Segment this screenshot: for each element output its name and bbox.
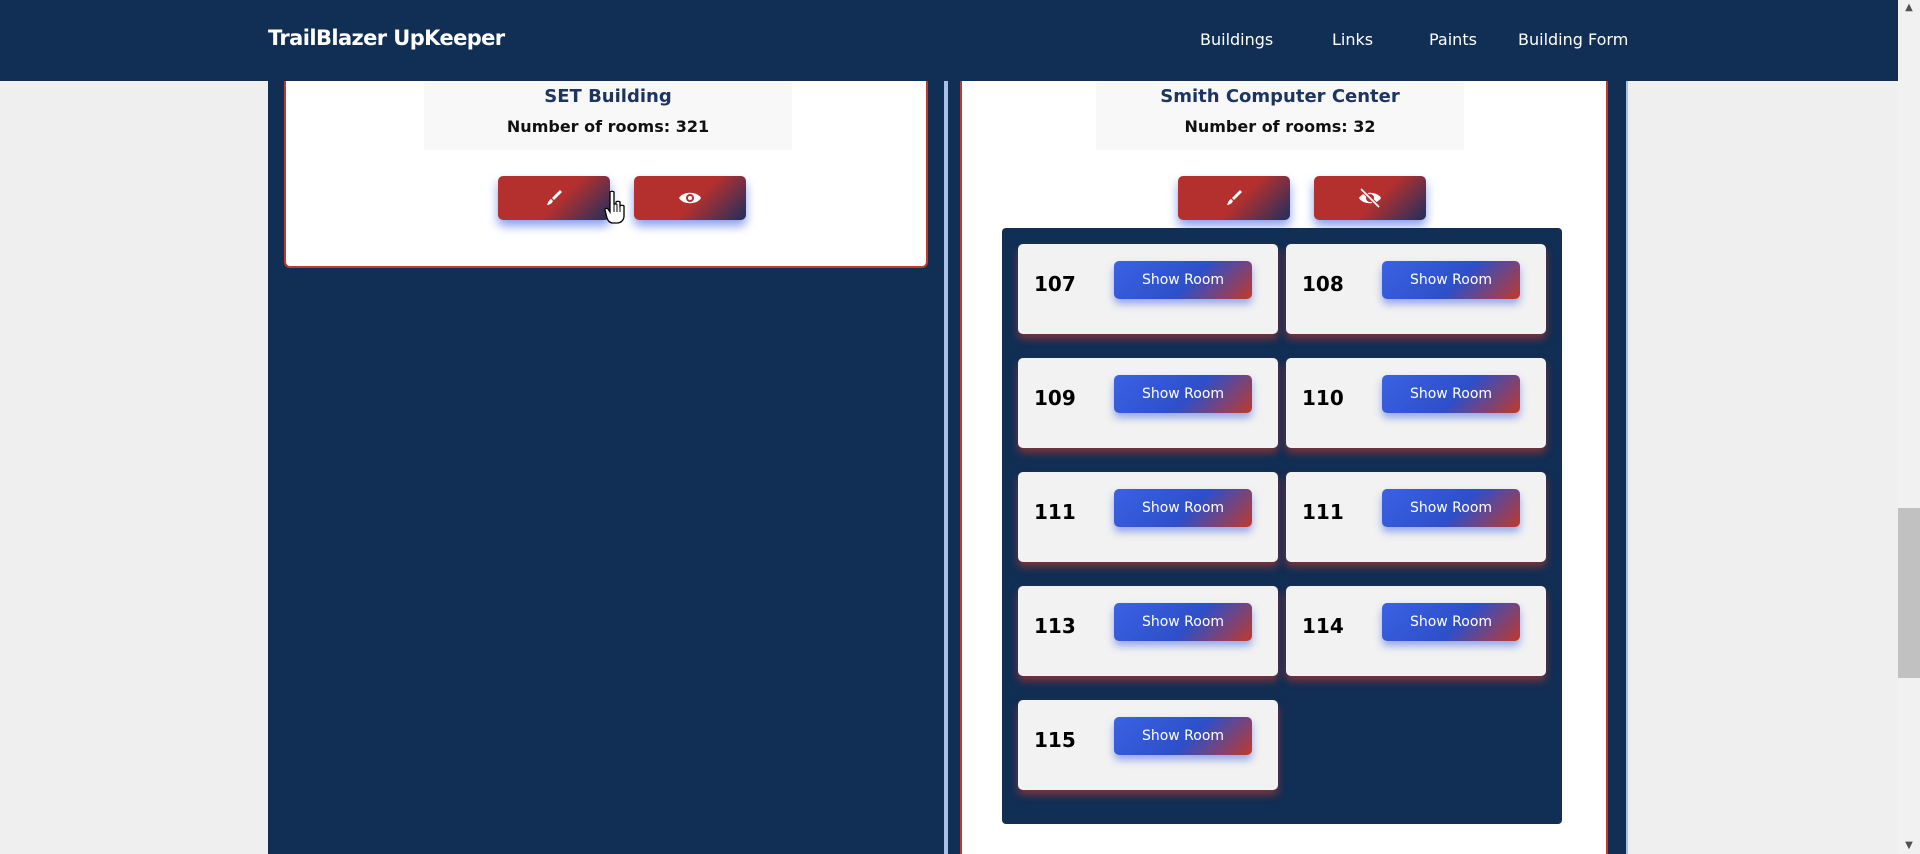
nav-link-paints[interactable]: Paints bbox=[1429, 30, 1477, 49]
toggle-rooms-button[interactable] bbox=[1314, 176, 1426, 220]
room-number: 114 bbox=[1302, 614, 1344, 638]
show-room-button[interactable]: Show Room bbox=[1114, 375, 1252, 413]
eye-icon bbox=[679, 192, 701, 204]
room-card: 111 Show Room bbox=[1286, 472, 1546, 562]
brand-title[interactable]: TrailBlazer UpKeeper bbox=[268, 26, 505, 50]
room-number: 111 bbox=[1034, 500, 1076, 524]
room-number: 115 bbox=[1034, 728, 1076, 752]
show-room-button[interactable]: Show Room bbox=[1114, 261, 1252, 299]
room-count: Number of rooms: 321 bbox=[506, 117, 710, 136]
room-number: 110 bbox=[1302, 386, 1344, 410]
nav-link-building-form[interactable]: Building Form bbox=[1518, 30, 1628, 49]
buildings-list: SET Building Number of rooms: 321 Smith … bbox=[268, 0, 1628, 854]
room-card: 107 Show Room bbox=[1018, 244, 1278, 334]
scroll-down-arrow-icon[interactable]: ▼ bbox=[1898, 838, 1920, 854]
edit-building-button[interactable] bbox=[1178, 176, 1290, 220]
building-info: SET Building Number of rooms: 321 bbox=[424, 78, 792, 150]
rooms-panel: 107 Show Room 108 Show Room 109 Show Roo… bbox=[1002, 228, 1562, 824]
nav-link-buildings[interactable]: Buildings bbox=[1200, 30, 1273, 49]
edit-building-button[interactable] bbox=[498, 176, 610, 220]
room-number: 109 bbox=[1034, 386, 1076, 410]
toggle-rooms-button[interactable] bbox=[634, 176, 746, 220]
room-card: 110 Show Room bbox=[1286, 358, 1546, 448]
room-count: Number of rooms: 32 bbox=[1184, 117, 1376, 136]
scroll-up-arrow-icon[interactable]: ▲ bbox=[1898, 0, 1920, 16]
hand-pointer-icon bbox=[604, 190, 625, 224]
building-column-left: SET Building Number of rooms: 321 bbox=[268, 0, 946, 854]
paintbrush-icon bbox=[547, 190, 562, 205]
building-column-right: Smith Computer Center Number of rooms: 3… bbox=[946, 0, 1628, 854]
show-room-button[interactable]: Show Room bbox=[1114, 603, 1252, 641]
room-card: 109 Show Room bbox=[1018, 358, 1278, 448]
show-room-button[interactable]: Show Room bbox=[1382, 603, 1520, 641]
room-card: 114 Show Room bbox=[1286, 586, 1546, 676]
show-room-button[interactable]: Show Room bbox=[1114, 489, 1252, 527]
show-room-button[interactable]: Show Room bbox=[1382, 375, 1520, 413]
building-info: Smith Computer Center Number of rooms: 3… bbox=[1096, 78, 1464, 150]
paintbrush-icon bbox=[1227, 190, 1242, 205]
scrollbar-thumb[interactable] bbox=[1898, 508, 1920, 678]
scrollbar-track[interactable] bbox=[1898, 0, 1920, 854]
show-room-button[interactable]: Show Room bbox=[1382, 261, 1520, 299]
show-room-button[interactable]: Show Room bbox=[1114, 717, 1252, 755]
show-room-button[interactable]: Show Room bbox=[1382, 489, 1520, 527]
room-card: 111 Show Room bbox=[1018, 472, 1278, 562]
nav-link-links[interactable]: Links bbox=[1332, 30, 1373, 49]
building-name: SET Building bbox=[544, 86, 672, 107]
building-name: Smith Computer Center bbox=[1160, 86, 1400, 107]
building-card: Smith Computer Center Number of rooms: 3… bbox=[960, 40, 1608, 854]
room-card: 113 Show Room bbox=[1018, 586, 1278, 676]
room-number: 108 bbox=[1302, 272, 1344, 296]
room-number: 113 bbox=[1034, 614, 1076, 638]
eye-slash-icon bbox=[1359, 187, 1381, 209]
room-number: 107 bbox=[1034, 272, 1076, 296]
room-card: 115 Show Room bbox=[1018, 700, 1278, 790]
top-navbar: TrailBlazer UpKeeper Buildings Links Pai… bbox=[0, 0, 1898, 81]
room-card: 108 Show Room bbox=[1286, 244, 1546, 334]
room-number: 111 bbox=[1302, 500, 1344, 524]
